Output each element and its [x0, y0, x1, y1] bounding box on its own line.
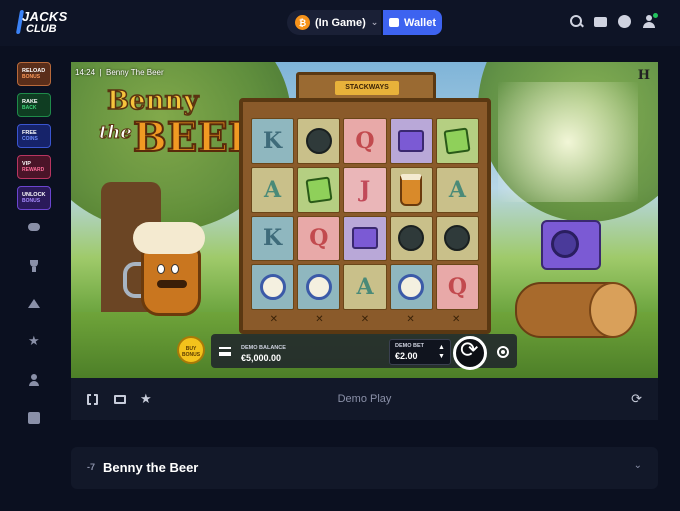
reel-symbol-k: K [251, 118, 295, 164]
demo-play-toggle[interactable]: Demo Play [71, 393, 658, 405]
jacksclub-logo[interactable]: JACKS CLUB [15, 7, 67, 39]
chat-icon[interactable] [618, 14, 631, 28]
reel-symbol-clock [297, 264, 341, 310]
logo-text-line1: JACKS [22, 9, 68, 24]
game-header-text: 14:24 | Benny The Beer [75, 68, 164, 77]
reload-bonus-button[interactable]: RELOAD BONUS [17, 62, 51, 86]
game-info-title: Benny the Beer [103, 460, 199, 475]
reel-symbol-camera [389, 118, 433, 164]
wallet-label: Wallet [404, 16, 436, 29]
header-actions [569, 13, 658, 28]
promo-subtitle: COINS [22, 136, 38, 142]
reel-symbol-q: Q [343, 118, 387, 164]
stackways-label: STACKWAYS [335, 81, 399, 95]
reel-symbol-bomb [297, 118, 341, 164]
vip-reward-button[interactable]: VIP REWARD [17, 155, 51, 179]
online-status-dot [653, 13, 658, 18]
rakeback-button[interactable]: RAKE BACK [17, 93, 51, 117]
reel-base: ✕ ✕ ✕ ✕ ✕ [251, 314, 479, 328]
reel-symbol-q: Q [435, 264, 479, 310]
promo-subtitle: REWARD [22, 167, 45, 173]
demo-bet-label: DEMO BET [395, 343, 425, 349]
crown-icon[interactable] [28, 297, 40, 309]
promo-subtitle: BONUS [22, 198, 41, 204]
free-coins-button[interactable]: FREE COINS [17, 124, 51, 148]
refresh-icon[interactable]: ⟳ [631, 391, 642, 407]
reel-mark: ✕ [451, 314, 461, 325]
reel-symbol-box [435, 118, 479, 164]
demo-balance-label: DEMO BALANCE [241, 345, 286, 351]
wallet-button[interactable]: Wallet [383, 10, 442, 35]
camera-character [537, 214, 607, 294]
bitcoin-icon: ₿ [295, 15, 310, 30]
reel-symbol-box [297, 166, 341, 213]
user-profile-icon[interactable] [642, 13, 658, 28]
reel-symbol-a: A [435, 166, 479, 213]
reel-symbol-bomb [389, 215, 433, 262]
reel-symbol-bomb [435, 215, 479, 262]
reel-symbol-a: A [343, 264, 387, 310]
in-game-balance-selector[interactable]: ₿ (In Game) ⌄ [287, 10, 381, 35]
bet-selector[interactable]: DEMO BET €2.00 ▲ ▼ [389, 339, 451, 365]
game-name-label: Benny The Beer [106, 68, 164, 77]
promo-subtitle: BONUS [22, 74, 41, 80]
reel-symbol-k: K [251, 215, 295, 262]
reel-grid: KQAJAKQAQ [251, 118, 479, 310]
gamepad-icon[interactable] [28, 223, 40, 231]
mug-foam [133, 222, 205, 254]
beer-mug-mascot [123, 222, 211, 332]
game-title-logo: Benny the BEER [99, 84, 263, 184]
reel-symbol-q: Q [297, 215, 341, 262]
bet-adjust-arrows[interactable]: ▲ ▼ [438, 343, 445, 361]
demo-balance-value: €5,000.00 [241, 353, 282, 363]
game-clock: 14:24 [75, 68, 96, 77]
reel-symbol-camera [343, 215, 387, 262]
autoplay-button[interactable] [497, 346, 509, 358]
game-info-accordion[interactable]: -7 Benny the Beer ⌄ [71, 447, 658, 489]
logo-text-line2: CLUB [26, 23, 57, 35]
reel-symbol-j: J [343, 166, 387, 213]
title-the: the [99, 122, 133, 144]
mascot-mustache [157, 280, 187, 288]
provider-icon: -7 [87, 462, 96, 472]
reel-symbol-mug [389, 166, 433, 213]
camera-lens [551, 230, 579, 258]
chevron-down-icon: ⌄ [370, 17, 379, 27]
affiliate-icon[interactable] [28, 374, 40, 386]
reel-symbol-clock [389, 264, 433, 310]
star-icon[interactable]: ★ [28, 334, 40, 347]
reel-mark: ✕ [360, 314, 370, 325]
promo-subtitle: BACK [22, 105, 37, 111]
mail-icon[interactable] [594, 17, 607, 27]
reel-mark: ✕ [406, 314, 415, 325]
balance-status-label: (In Game) [315, 16, 366, 29]
search-icon[interactable] [569, 14, 583, 28]
left-sidebar: RELOAD BONUS RAKE BACK FREE COINS VIP RE… [0, 46, 69, 511]
demo-bet-value: €2.00 [395, 351, 418, 361]
wallet-icon [389, 18, 399, 27]
reel-mark: ✕ [315, 314, 324, 325]
hamburger-menu-icon[interactable] [219, 347, 231, 356]
chevron-down-icon[interactable]: ⌄ [634, 460, 642, 471]
reel-frame: KQAJAKQAQ ✕ ✕ ✕ ✕ ✕ [239, 98, 491, 334]
book-icon[interactable] [28, 412, 40, 424]
trophy-icon[interactable] [28, 260, 40, 272]
reel-mark: ✕ [269, 314, 278, 325]
game-controls-bar: ★ Demo Play ⟳ [71, 378, 658, 420]
title-benny: Benny [106, 85, 199, 117]
top-bar: JACKS CLUB ₿ (In Game) ⌄ Wallet [0, 0, 680, 46]
spin-button[interactable] [453, 336, 487, 370]
mascot-eye [171, 264, 179, 274]
unlock-bonus-button[interactable]: UNLOCK BONUS [17, 186, 51, 210]
reel-symbol-a: A [251, 166, 295, 213]
buy-bonus-button[interactable]: BUY BONUS [177, 336, 205, 364]
reel-symbol-clock [251, 264, 295, 310]
sunlight [498, 82, 638, 202]
game-iframe[interactable]: 14:24 | Benny The Beer H Benny the BEER … [71, 62, 658, 378]
mascot-eye [157, 264, 165, 274]
provider-logo: H [637, 68, 650, 83]
